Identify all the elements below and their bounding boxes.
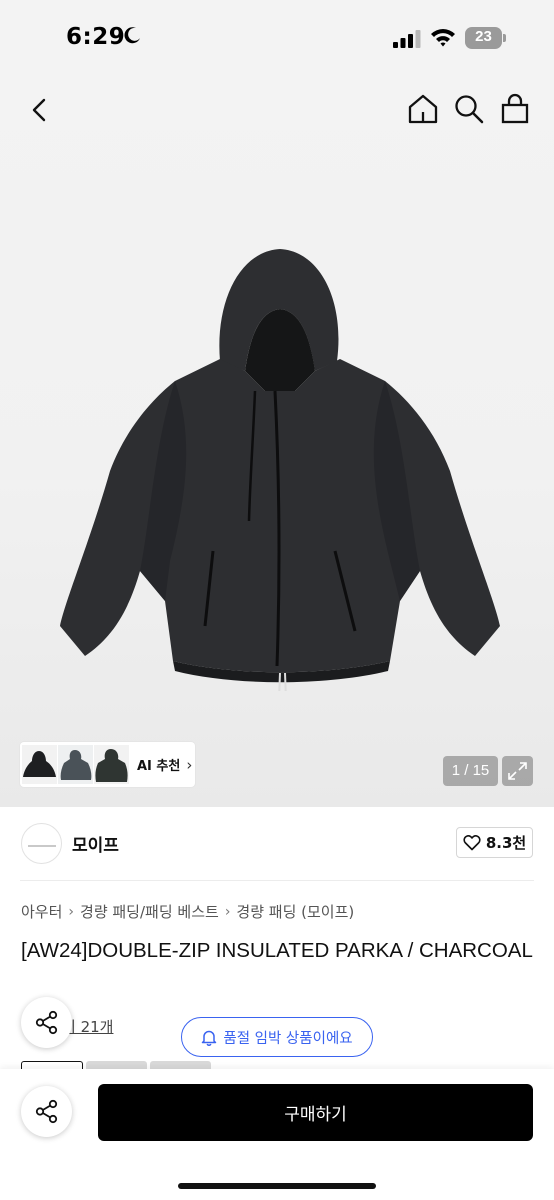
brand-name[interactable]: 모이프 (72, 831, 119, 856)
divider (20, 880, 534, 881)
product-image-gallery[interactable]: AI 추천 › 1 / 15 (0, 76, 554, 807)
expand-icon (508, 762, 527, 780)
breadcrumb: 아우터 › 경량 패딩/패딩 베스트 › 경량 패딩 (모이프) (21, 901, 354, 922)
breadcrumb-item[interactable]: 경량 패딩 (모이프) (236, 901, 354, 922)
battery-level: 23 (475, 28, 492, 45)
signal-icon (393, 30, 421, 48)
share-icon (35, 1010, 58, 1035)
ai-recommend-label: AI 추천 (137, 759, 181, 774)
option-tab[interactable] (21, 1061, 83, 1069)
status-bar: 6:29 23 (0, 0, 554, 76)
like-count: 8.3천 (485, 834, 527, 852)
status-time: 6:29 (66, 24, 126, 50)
chevron-right-icon: › (68, 903, 75, 920)
expand-button[interactable] (502, 756, 533, 786)
ai-thumb-2 (58, 745, 93, 784)
product-title: [AW24]DOUBLE-ZIP INSULATED PARKA / CHARC… (21, 939, 533, 962)
search-icon[interactable] (452, 92, 486, 126)
product-photo-jacket (60, 249, 500, 691)
option-tab[interactable] (150, 1061, 211, 1069)
bag-icon[interactable] (498, 92, 532, 126)
share-button[interactable] (21, 1086, 72, 1137)
option-tab[interactable] (86, 1061, 147, 1069)
image-counter: 1 / 15 (443, 756, 498, 786)
soldout-notice: 품절 임박 상품이에요 (181, 1017, 373, 1057)
ai-thumb-1 (22, 745, 57, 784)
back-icon[interactable] (24, 93, 58, 127)
heart-icon (463, 835, 481, 851)
buy-button[interactable]: 구매하기 (98, 1084, 533, 1141)
chevron-right-icon: › (224, 903, 231, 920)
soldout-text: 품절 임박 상품이에요 (223, 1030, 353, 1047)
wifi-icon (431, 29, 455, 47)
brand-logo[interactable] (21, 823, 62, 864)
ai-recommend-strip[interactable]: AI 추천 › (20, 742, 195, 787)
moon-icon (124, 27, 140, 44)
share-icon (35, 1099, 58, 1124)
breadcrumb-item[interactable]: 아우터 (21, 901, 62, 922)
home-indicator (178, 1183, 376, 1189)
floating-share-button[interactable] (21, 997, 72, 1048)
home-icon[interactable] (406, 92, 440, 126)
bell-icon (202, 1030, 217, 1046)
bottom-action-bar: 구매하기 (0, 1069, 554, 1200)
breadcrumb-item[interactable]: 경량 패딩/패딩 베스트 (80, 901, 219, 922)
ai-thumb-3 (94, 745, 129, 784)
like-button[interactable]: 8.3천 (456, 827, 533, 858)
chevron-right-icon: › (186, 755, 193, 774)
battery-indicator: 23 (465, 27, 507, 49)
